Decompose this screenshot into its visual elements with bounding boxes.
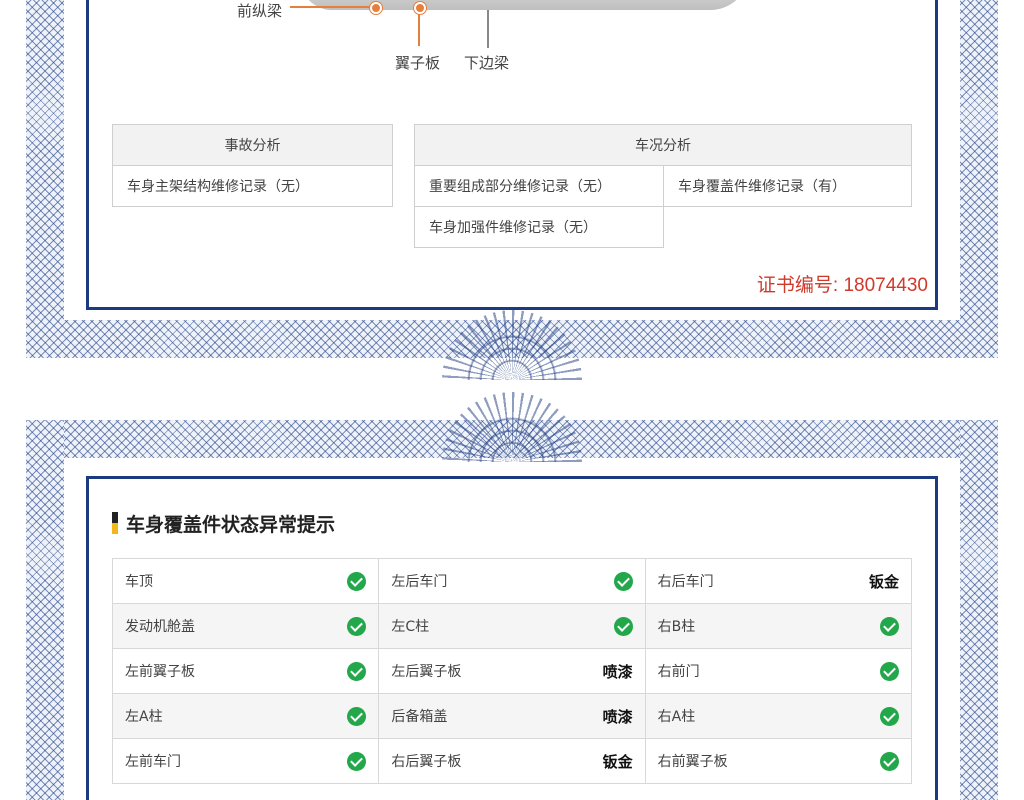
leader-line xyxy=(487,10,489,48)
check-circle-icon xyxy=(347,661,367,681)
panel-name: 左前翼子板 xyxy=(125,664,195,680)
check-circle-icon xyxy=(613,571,633,591)
condition-analysis-cell: 车身加强件维修记录（无） xyxy=(414,206,664,248)
leader-dot xyxy=(370,2,382,14)
check-circle-icon xyxy=(880,706,899,726)
guilloche-border-right xyxy=(960,0,998,358)
panel-name: 左前车门 xyxy=(125,754,181,770)
panel-status-cell: 右后翼子板 钣金 xyxy=(378,738,646,784)
label-fender: 翼子板 xyxy=(395,54,441,72)
panel-status-cell: 右B柱 xyxy=(644,603,913,649)
panel-status-cell: 左后翼子板 喷漆 xyxy=(378,648,646,694)
panel-name: 右A柱 xyxy=(657,709,696,725)
panel-name: 后备箱盖 xyxy=(391,709,448,725)
panel-repair-flag: 钣金 xyxy=(602,752,633,771)
panel-status-cell: 左前车门 xyxy=(111,738,380,784)
panel-status-cell: 右后车门 钣金 xyxy=(644,558,913,604)
certificate-number: 证书编号: 18074430 xyxy=(756,275,928,296)
check-circle-icon xyxy=(613,616,633,636)
title-accent-bar xyxy=(112,512,118,534)
check-circle-icon xyxy=(880,661,899,681)
condition-analysis-table: 车况分析 重要组成部分维修记录（无） 车身覆盖件维修记录（有） 车身加强件维修记… xyxy=(414,124,912,248)
label-rocker-panel: 下边梁 xyxy=(464,54,510,72)
condition-analysis-cell: 车身覆盖件维修记录（有） xyxy=(663,165,912,207)
panel-status-cell: 左前翼子板 xyxy=(111,648,380,694)
panel-status-cell: 后备箱盖 喷漆 xyxy=(378,693,646,739)
body-panel-status-table: 车顶 左后车门 右后车门 钣金 发动机舱盖 左C柱 右B柱 左前翼子板 左后翼子板 喷漆 右前门 左A… xyxy=(111,558,913,784)
panel-name: 左后车门 xyxy=(391,574,448,590)
empty-cell xyxy=(663,206,912,248)
guilloche-border-left xyxy=(26,420,64,800)
check-circle-icon xyxy=(347,706,367,726)
panel-status-cell: 右A柱 xyxy=(644,693,913,739)
accident-analysis-table: 事故分析 车身主架结构维修记录（无） xyxy=(112,124,393,207)
panel-name: 左A柱 xyxy=(125,709,163,725)
panel-name: 右后翼子板 xyxy=(391,754,462,770)
panel-name: 右后车门 xyxy=(657,574,714,590)
section-title: 车身覆盖件状态异常提示 xyxy=(112,510,335,537)
accident-analysis-row: 车身主架结构维修记录（无） xyxy=(112,165,393,207)
panel-status-cell: 车顶 xyxy=(111,558,380,604)
panel-name: 右前翼子板 xyxy=(657,754,728,770)
guilloche-border-right xyxy=(960,420,998,800)
condition-analysis-header: 车况分析 xyxy=(414,124,912,166)
guilloche-border-left xyxy=(26,0,64,358)
panel-repair-flag: 喷漆 xyxy=(602,707,633,726)
table-row: 发动机舱盖 左C柱 右B柱 xyxy=(111,603,913,649)
panel-repair-flag: 钣金 xyxy=(868,572,899,591)
check-circle-icon xyxy=(880,616,899,636)
table-row: 左前翼子板 左后翼子板 喷漆 右前门 xyxy=(111,648,913,694)
panel-repair-flag: 喷漆 xyxy=(602,662,633,681)
table-row: 左A柱 后备箱盖 喷漆 右A柱 xyxy=(111,693,913,739)
panel-status-cell: 左C柱 xyxy=(378,603,646,649)
leader-line xyxy=(290,6,370,8)
section-title-text: 车身覆盖件状态异常提示 xyxy=(126,514,336,536)
panel-status-cell: 右前翼子板 xyxy=(644,738,913,784)
panel-status-cell: 发动机舱盖 xyxy=(111,603,380,649)
panel-name: 左C柱 xyxy=(391,619,430,635)
label-front-rail: 前纵梁 xyxy=(237,2,283,20)
leader-dot xyxy=(414,2,426,14)
panel-name: 右B柱 xyxy=(657,619,696,635)
panel-name: 车顶 xyxy=(125,574,153,590)
panel-name: 右前门 xyxy=(657,664,700,680)
panel-status-cell: 左A柱 xyxy=(111,693,380,739)
panel-name: 左后翼子板 xyxy=(391,664,462,680)
table-row: 车顶 左后车门 右后车门 钣金 xyxy=(111,558,913,604)
accident-analysis-header: 事故分析 xyxy=(112,124,393,166)
panel-status-cell: 右前门 xyxy=(644,648,913,694)
panel-name: 发动机舱盖 xyxy=(125,619,195,635)
car-diagram xyxy=(300,0,750,10)
panel-status-cell: 左后车门 xyxy=(378,558,646,604)
condition-analysis-cell: 重要组成部分维修记录（无） xyxy=(414,165,664,207)
table-row: 左前车门 右后翼子板 钣金 右前翼子板 xyxy=(111,738,913,784)
rosette-ornament xyxy=(442,392,582,462)
check-circle-icon xyxy=(347,616,367,636)
check-circle-icon xyxy=(347,571,367,591)
